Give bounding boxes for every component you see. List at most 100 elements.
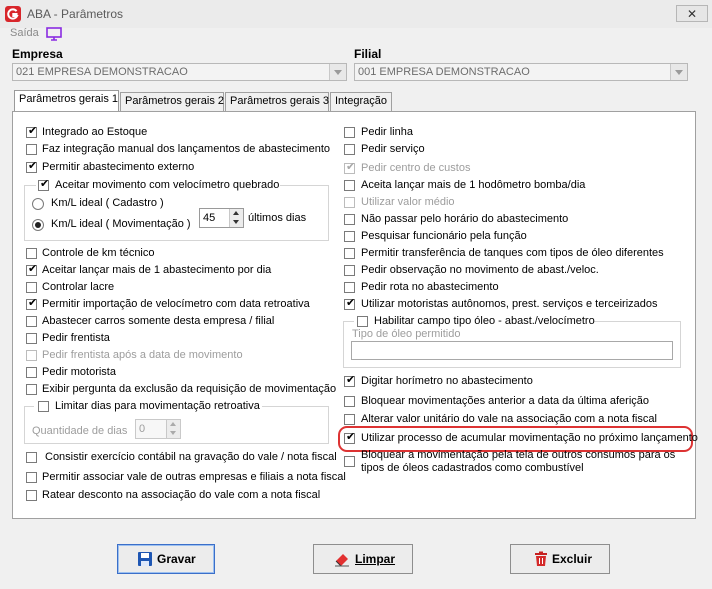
stepper-down-icon[interactable] [233, 220, 239, 224]
permitir-externo-label: Permitir abastecimento externo [42, 161, 195, 173]
velocimetro-checkbox[interactable]: ✔ [38, 178, 49, 191]
pedir-linha-checkbox[interactable] [344, 127, 355, 138]
nao-passar-checkbox[interactable] [344, 214, 355, 225]
alterar-valor-label: Alterar valor unitário do vale na associ… [361, 413, 657, 425]
exibir-pergunta-checkbox[interactable] [26, 384, 37, 395]
pedir-centro-checkbox: ✔ [344, 161, 356, 174]
permitir-importacao-checkbox[interactable]: ✔ [26, 297, 37, 310]
digitar-horimetro-checkbox[interactable]: ✔ [344, 374, 355, 387]
close-button[interactable]: ✕ [676, 5, 708, 22]
integrado-checkbox[interactable]: ✔ [26, 125, 37, 138]
eraser-icon [335, 554, 349, 567]
pedir-frentista-checkbox[interactable] [26, 333, 37, 344]
pedir-rota-label: Pedir rota no abastecimento [361, 281, 499, 293]
pedir-rota-checkbox[interactable] [344, 282, 355, 293]
pedir-frentista-label: Pedir frentista [42, 332, 110, 344]
gravar-label: Gravar [157, 552, 196, 566]
limitar-label: Limitar dias para movimentação retroativ… [55, 400, 260, 412]
window-title: ABA - Parâmetros [27, 7, 124, 21]
filial-value: 001 EMPRESA DEMONSTRACAO [358, 66, 530, 78]
permitir-importacao-label: Permitir importação de velocímetro com d… [42, 298, 310, 310]
permitir-transf-label: Permitir transferência de tanques com ti… [361, 247, 664, 259]
save-icon [138, 552, 152, 566]
controlar-lacre-label: Controlar lacre [42, 281, 115, 293]
chevron-down-icon[interactable] [670, 64, 687, 80]
aceitar-mais-label: Aceitar lançar mais de 1 abastecimento p… [42, 264, 272, 276]
consistir-checkbox[interactable] [26, 452, 37, 463]
km-movimentacao-label: Km/L ideal ( Movimentação ) [51, 218, 191, 230]
exibir-pergunta-label: Exibir pergunta da exclusão da requisiçã… [42, 383, 337, 395]
km-cadastro-radio[interactable] [32, 198, 44, 210]
utilizar-processo-checkbox[interactable]: ✔ [344, 431, 355, 444]
aceitar-mais-checkbox[interactable]: ✔ [26, 263, 37, 276]
stepper-up-icon[interactable] [233, 211, 239, 215]
bloquear-mov-label-line2: tipos de óleos cadastrados como combustí… [361, 462, 584, 474]
excluir-button[interactable]: Excluir [510, 544, 610, 574]
velocimetro-label: Aceitar movimento com velocímetro quebra… [55, 179, 280, 191]
qtd-dias-label: Quantidade de dias [32, 425, 128, 437]
nao-passar-label: Não passar pelo horário do abastecimento [361, 213, 569, 225]
faz-integracao-checkbox[interactable] [26, 144, 37, 155]
filial-combo[interactable]: 001 EMPRESA DEMONSTRACAO [354, 63, 688, 81]
empresa-combo[interactable]: 021 EMPRESA DEMONSTRACAO [12, 63, 347, 81]
empresa-label: Empresa [12, 47, 63, 61]
aceita-lancar-checkbox[interactable] [344, 180, 355, 191]
digitar-horimetro-label: Digitar horímetro no abastecimento [361, 375, 533, 387]
tab-parametros-gerais-1[interactable]: Parâmetros gerais 1 [14, 90, 119, 112]
pedir-frentista-apos-label: Pedir frentista após a data de movimento [42, 349, 243, 361]
pesquisar-func-checkbox[interactable] [344, 231, 355, 242]
ratear-checkbox[interactable] [26, 490, 37, 501]
tab-integracao[interactable]: Integração [330, 92, 392, 111]
bloquear-anterior-label: Bloquear movimentações anterior a data d… [361, 395, 649, 407]
aceita-lancar-label: Aceita lançar mais de 1 hodômetro bomba/… [361, 179, 586, 191]
tipo-oleo-label: Habilitar campo tipo óleo - abast./veloc… [374, 315, 595, 327]
controle-km-checkbox[interactable] [26, 248, 37, 259]
tab-parametros-gerais-3[interactable]: Parâmetros gerais 3 [225, 92, 329, 111]
tipo-oleo-checkbox[interactable] [357, 316, 368, 327]
pedir-motorista-checkbox[interactable] [26, 367, 37, 378]
limitar-checkbox[interactable] [38, 401, 49, 412]
tab-parametros-gerais-2[interactable]: Parâmetros gerais 2 [120, 92, 224, 111]
excluir-label: Excluir [552, 552, 593, 566]
dias-stepper[interactable]: 45 [199, 208, 244, 228]
monitor-icon[interactable] [46, 27, 62, 41]
qtd-dias-stepper: 0 [135, 419, 181, 439]
alterar-valor-checkbox[interactable] [344, 414, 355, 425]
pedir-frentista-apos-checkbox [26, 350, 37, 361]
pedir-servico-checkbox[interactable] [344, 144, 355, 155]
utilizar-motoristas-label: Utilizar motoristas autônomos, prest. se… [361, 298, 658, 310]
ratear-label: Ratear desconto na associação do vale co… [42, 489, 321, 501]
utilizar-valor-checkbox [344, 197, 355, 208]
stepper-up-icon [170, 422, 176, 426]
abastecer-carros-checkbox[interactable] [26, 316, 37, 327]
limpar-label: Limpar [355, 552, 396, 566]
integrado-label: Integrado ao Estoque [42, 126, 148, 138]
bloquear-mov-label-line1: Bloquear a movimentação pela tela de out… [361, 449, 676, 461]
pedir-motorista-label: Pedir motorista [42, 366, 116, 378]
trash-icon [535, 551, 547, 566]
dias-label: últimos dias [248, 212, 307, 224]
km-movimentacao-radio[interactable] [32, 219, 44, 231]
bloquear-anterior-checkbox[interactable] [344, 396, 355, 407]
limpar-button[interactable]: Limpar [313, 544, 413, 574]
tipo-oleo-input[interactable] [351, 341, 673, 360]
permitir-externo-checkbox[interactable]: ✔ [26, 160, 37, 173]
filial-label: Filial [354, 47, 382, 61]
permitir-associar-checkbox[interactable] [26, 472, 37, 483]
utilizar-processo-label: Utilizar processo de acumular movimentaç… [361, 432, 698, 444]
controle-km-label: Controle de km técnico [42, 247, 155, 259]
utilizar-motoristas-checkbox[interactable]: ✔ [344, 297, 355, 310]
gravar-button[interactable]: Gravar [117, 544, 215, 574]
pedir-obs-checkbox[interactable] [344, 265, 355, 276]
permitir-transf-checkbox[interactable] [344, 248, 355, 259]
tipo-oleo-field-label: Tipo de óleo permitido [352, 328, 461, 340]
dias-value: 45 [203, 212, 216, 224]
menu-saida[interactable]: Saída [10, 27, 39, 39]
pedir-obs-label: Pedir observação no movimento de abast./… [361, 264, 599, 276]
utilizar-valor-label: Utilizar valor médio [361, 196, 455, 208]
pesquisar-func-label: Pesquisar funcionário pela função [361, 230, 527, 242]
bloquear-mov-checkbox[interactable] [344, 456, 355, 467]
controlar-lacre-checkbox[interactable] [26, 282, 37, 293]
chevron-down-icon[interactable] [329, 64, 346, 80]
app-logo-icon [5, 6, 21, 22]
